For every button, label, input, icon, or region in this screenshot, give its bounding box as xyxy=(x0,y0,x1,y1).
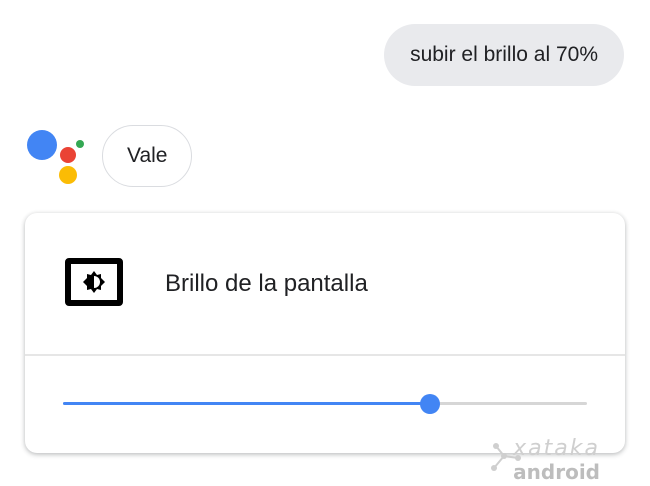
watermark-sub: android xyxy=(513,460,600,484)
user-message-text: subir el brillo al 70% xyxy=(410,43,598,66)
brightness-card-header[interactable]: Brillo de la pantalla xyxy=(25,213,625,354)
card-title: Brillo de la pantalla xyxy=(165,270,368,297)
brightness-icon xyxy=(65,258,123,306)
card-divider xyxy=(25,354,625,356)
google-assistant-logo-icon xyxy=(24,126,88,186)
assistant-reply-text: Vale xyxy=(127,144,168,167)
brightness-card: Brillo de la pantalla xyxy=(25,213,625,453)
assistant-green-dot xyxy=(76,140,84,148)
slider-fill xyxy=(63,402,430,405)
user-message-bubble: subir el brillo al 70% xyxy=(384,24,624,86)
assistant-blue-dot xyxy=(27,130,57,160)
watermark-brand: xataka xyxy=(513,436,600,461)
slider-track[interactable] xyxy=(63,402,587,405)
assistant-screen: subir el brillo al 70% Vale Brillo de la… xyxy=(0,0,650,486)
assistant-red-dot xyxy=(60,147,76,163)
assistant-reply-bubble: Vale xyxy=(102,125,193,187)
slider-thumb[interactable] xyxy=(419,394,440,414)
brightness-slider[interactable] xyxy=(63,393,587,415)
assistant-yellow-dot xyxy=(59,166,77,184)
xataka-android-watermark: xataka android xyxy=(486,436,610,484)
